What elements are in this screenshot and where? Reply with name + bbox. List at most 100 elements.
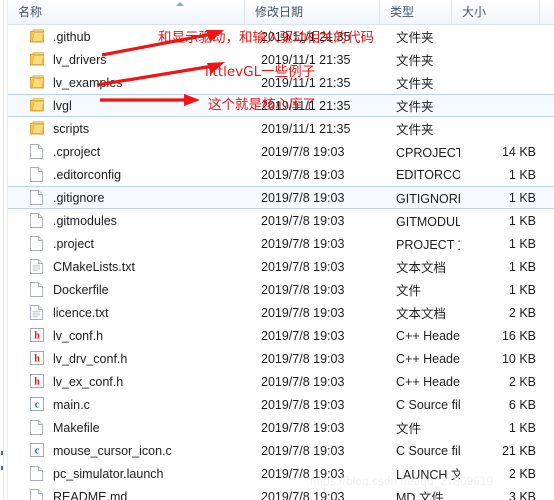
svg-text:h: h xyxy=(34,377,40,388)
file-row-name-cell[interactable]: Makefile xyxy=(30,420,240,435)
file-row-name-cell[interactable]: h lv_conf.h xyxy=(30,328,240,343)
file-row-name-cell[interactable]: .project xyxy=(30,236,240,251)
file-date-modified: 2019/7/8 19:03 xyxy=(261,397,345,412)
file-row-name-cell[interactable]: pc_simulator.launch xyxy=(30,466,240,481)
file-row-name-cell[interactable]: c main.c xyxy=(30,397,240,412)
file-row[interactable]: h lv_conf.h 2019/7/8 19:03 C++ Header file 1… xyxy=(8,324,554,347)
svg-text:c: c xyxy=(35,446,40,457)
file-type: PROJECT 文件 xyxy=(396,238,460,252)
file-row[interactable]: lv_examples 2019/11/1 21:35 文件夹 xyxy=(8,71,554,94)
file-name-label: mouse_cursor_icon.c xyxy=(53,443,172,458)
file-row-name-cell[interactable]: .gitignore xyxy=(30,190,240,205)
file-date-modified: 2019/7/8 19:03 xyxy=(261,374,345,389)
file-row[interactable]: CMakeLists.txt 2019/7/8 19:03 文本文档 1 KB xyxy=(8,255,554,278)
file-date-modified: 2019/7/8 19:03 xyxy=(261,213,345,228)
column-header-name[interactable]: 名称 xyxy=(8,0,245,24)
file-row-name-cell[interactable]: lv_examples xyxy=(30,75,240,90)
file-type: CPROJECT 文件 xyxy=(396,146,460,160)
file-type: 文件夹 xyxy=(396,31,434,45)
file-explorer-window: 名称 修改日期 类型 大小 .github 2019/11/1 21:35 文件夹 l… xyxy=(0,0,554,500)
file-row-name-cell[interactable]: CMakeLists.txt xyxy=(30,259,240,274)
column-header-name-label: 名称 xyxy=(18,5,43,19)
file-size: 21 KB xyxy=(501,443,536,458)
file-date-modified: 2019/11/1 21:35 xyxy=(261,29,351,44)
file-date-modified: 2019/7/8 19:03 xyxy=(261,443,345,458)
svg-text:h: h xyxy=(34,354,40,365)
file-size: 1 KB xyxy=(508,236,536,251)
file-date-modified: 2019/7/8 19:03 xyxy=(261,351,345,366)
window-left-edge-line xyxy=(3,0,4,500)
file-row-name-cell[interactable]: c mouse_cursor_icon.c xyxy=(30,443,240,458)
file-type: 文本文档 xyxy=(396,307,447,321)
file-date-modified: 2019/11/1 21:35 xyxy=(261,121,351,136)
file-type: C++ Header file xyxy=(396,328,460,343)
svg-text:c: c xyxy=(35,400,40,411)
file-type: 文件 xyxy=(396,422,422,436)
blank-file-icon xyxy=(30,489,46,500)
file-row-name-cell[interactable]: .editorconfig xyxy=(30,167,240,182)
file-row-name-cell[interactable]: lv_drivers xyxy=(30,52,240,67)
column-header-type[interactable]: 类型 xyxy=(380,0,452,24)
file-row-name-cell[interactable]: Dockerfile xyxy=(30,282,240,297)
file-row-name-cell[interactable]: h lv_ex_conf.h xyxy=(30,374,240,389)
file-name-label: .editorconfig xyxy=(53,167,122,182)
file-name-label: Makefile xyxy=(53,420,100,435)
file-row[interactable]: scripts 2019/11/1 21:35 文件夹 xyxy=(8,117,554,140)
column-header-type-label: 类型 xyxy=(390,5,415,19)
file-row[interactable]: .project 2019/7/8 19:03 PROJECT 文件 1 KB xyxy=(8,232,554,255)
file-row[interactable]: .editorconfig 2019/7/8 19:03 EDITORCONFIG … xyxy=(8,163,554,186)
file-name-label: pc_simulator.launch xyxy=(53,466,164,481)
column-header-date-label: 修改日期 xyxy=(255,5,304,19)
column-header-bar: 名称 修改日期 类型 大小 xyxy=(8,0,554,25)
file-name-label: lvgl xyxy=(53,98,72,113)
blank-file-icon xyxy=(30,466,46,481)
file-row-name-cell[interactable]: licence.txt xyxy=(30,305,240,320)
file-row[interactable]: .gitmodules 2019/7/8 19:03 GITMODULES 文...… xyxy=(8,209,554,232)
file-name-label: README.md xyxy=(53,489,128,500)
file-date-modified: 2019/7/8 19:03 xyxy=(261,259,345,274)
file-date-modified: 2019/11/1 21:35 xyxy=(261,52,351,67)
file-row-name-cell[interactable]: h lv_drv_conf.h xyxy=(30,351,240,366)
file-row[interactable]: h lv_ex_conf.h 2019/7/8 19:03 C++ Header fi… xyxy=(8,370,554,393)
c-source-icon: c xyxy=(30,443,46,458)
file-row[interactable]: .cproject 2019/7/8 19:03 CPROJECT 文件 14 KB xyxy=(8,140,554,163)
file-list[interactable]: .github 2019/11/1 21:35 文件夹 lv_drivers 2019/… xyxy=(8,25,554,500)
file-row[interactable]: lvgl 2019/11/1 21:35 文件夹 xyxy=(8,94,554,117)
column-header-size[interactable]: 大小 xyxy=(452,0,540,24)
file-name-label: lv_drv_conf.h xyxy=(53,351,128,366)
file-row[interactable]: h lv_drv_conf.h 2019/7/8 19:03 C++ Header f… xyxy=(8,347,554,370)
file-row[interactable]: lv_drivers 2019/11/1 21:35 文件夹 xyxy=(8,48,554,71)
file-name-label: lv_conf.h xyxy=(53,328,104,343)
file-row-name-cell[interactable]: .github xyxy=(30,29,240,44)
file-row[interactable]: Makefile 2019/7/8 19:03 文件 1 KB xyxy=(8,416,554,439)
file-date-modified: 2019/7/8 19:03 xyxy=(261,282,345,297)
blank-file-icon xyxy=(30,236,46,251)
file-type: 文件夹 xyxy=(396,100,434,114)
file-row[interactable]: .github 2019/11/1 21:35 文件夹 xyxy=(8,25,554,48)
file-row-name-cell[interactable]: scripts xyxy=(30,121,240,136)
file-type: C++ Header file xyxy=(396,351,460,366)
file-name-label: lv_ex_conf.h xyxy=(53,374,124,389)
file-size: 2 KB xyxy=(508,305,536,320)
file-name-label: CMakeLists.txt xyxy=(53,259,135,274)
file-date-modified: 2019/7/8 19:03 xyxy=(261,167,345,182)
file-row[interactable]: licence.txt 2019/7/8 19:03 文本文档 2 KB xyxy=(8,301,554,324)
file-name-label: .gitmodules xyxy=(53,213,117,228)
file-date-modified: 2019/7/8 19:03 xyxy=(261,144,345,159)
file-row[interactable]: Dockerfile 2019/7/8 19:03 文件 1 KB xyxy=(8,278,554,301)
file-row[interactable]: .gitignore 2019/7/8 19:03 GITIGNORE 文件 1 KB xyxy=(8,186,554,209)
h-header-icon: h xyxy=(30,351,46,366)
file-row-name-cell[interactable]: .cproject xyxy=(30,144,240,159)
file-size: 6 KB xyxy=(508,397,536,412)
window-left-edge xyxy=(0,0,8,500)
folder-icon xyxy=(30,29,46,44)
column-header-size-label: 大小 xyxy=(462,5,487,19)
column-header-date[interactable]: 修改日期 xyxy=(245,0,380,24)
file-date-modified: 2019/11/1 21:35 xyxy=(261,98,351,113)
c-source-icon: c xyxy=(30,397,46,412)
file-row-name-cell[interactable]: lvgl xyxy=(30,98,240,113)
file-row-name-cell[interactable]: README.md xyxy=(30,489,240,500)
file-row[interactable]: c mouse_cursor_icon.c 2019/7/8 19:03 C Sour… xyxy=(8,439,554,462)
file-row[interactable]: c main.c 2019/7/8 19:03 C Source file 6 KB xyxy=(8,393,554,416)
file-row-name-cell[interactable]: .gitmodules xyxy=(30,213,240,228)
